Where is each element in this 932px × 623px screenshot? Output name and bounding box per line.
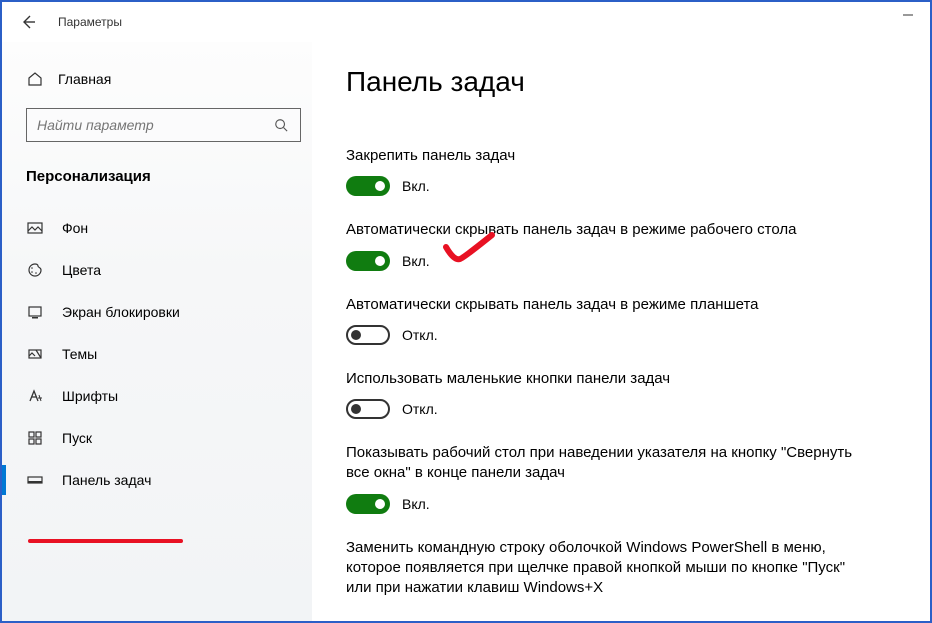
title-bar: Параметры	[2, 2, 930, 42]
toggle-state: Откл.	[402, 327, 438, 343]
sidebar-item-label: Цвета	[62, 262, 101, 278]
setting-label: Заменить командную строку оболочкой Wind…	[346, 538, 866, 599]
sidebar-item-label: Темы	[62, 346, 97, 362]
back-button[interactable]	[16, 10, 40, 34]
taskbar-icon	[26, 471, 44, 489]
lockscreen-icon	[26, 303, 44, 321]
toggle-state: Вкл.	[402, 253, 430, 269]
toggle-autohide-desktop[interactable]	[346, 251, 390, 271]
home-link[interactable]: Главная	[26, 62, 312, 96]
setting-label: Использовать маленькие кнопки панели зад…	[346, 369, 866, 389]
search-box[interactable]	[26, 108, 301, 142]
minimize-button[interactable]	[894, 8, 922, 26]
toggle-state: Вкл.	[402, 178, 430, 194]
toggle-lock-taskbar[interactable]	[346, 176, 390, 196]
sidebar-item-label: Экран блокировки	[62, 304, 180, 320]
sidebar-item-background[interactable]: Фон	[26, 207, 312, 249]
page-title: Панель задач	[346, 66, 896, 98]
home-icon	[26, 70, 44, 88]
setting-peek-desktop: Показывать рабочий стол при наведении ук…	[346, 443, 896, 514]
setting-powershell: Заменить командную строку оболочкой Wind…	[346, 538, 896, 599]
sidebar-item-label: Фон	[62, 220, 88, 236]
setting-lock-taskbar: Закрепить панель задач Вкл.	[346, 146, 896, 196]
setting-label: Показывать рабочий стол при наведении ук…	[346, 443, 866, 484]
sidebar-item-themes[interactable]: Темы	[26, 333, 312, 375]
sidebar-item-colors[interactable]: Цвета	[26, 249, 312, 291]
sidebar: Главная Персонализация Фон Цвета Экр	[2, 42, 312, 621]
setting-label: Автоматически скрывать панель задач в ре…	[346, 295, 866, 315]
section-title: Персонализация	[26, 168, 312, 185]
setting-small-buttons: Использовать маленькие кнопки панели зад…	[346, 369, 896, 419]
toggle-state: Откл.	[402, 401, 438, 417]
setting-autohide-desktop: Автоматически скрывать панель задач в ре…	[346, 220, 896, 270]
toggle-peek-desktop[interactable]	[346, 494, 390, 514]
start-icon	[26, 429, 44, 447]
setting-autohide-tablet: Автоматически скрывать панель задач в ре…	[346, 295, 896, 345]
sidebar-item-label: Панель задач	[62, 472, 151, 488]
setting-label: Закрепить панель задач	[346, 146, 866, 166]
toggle-small-buttons[interactable]	[346, 399, 390, 419]
toggle-state: Вкл.	[402, 496, 430, 512]
fonts-icon	[26, 387, 44, 405]
sidebar-item-start[interactable]: Пуск	[26, 417, 312, 459]
window-controls	[894, 8, 922, 26]
picture-icon	[26, 219, 44, 237]
themes-icon	[26, 345, 44, 363]
setting-label: Автоматически скрывать панель задач в ре…	[346, 220, 866, 240]
sidebar-item-taskbar[interactable]: Панель задач	[26, 459, 312, 501]
sidebar-item-label: Шрифты	[62, 388, 118, 404]
annotation-underline	[28, 539, 183, 543]
palette-icon	[26, 261, 44, 279]
sidebar-item-lockscreen[interactable]: Экран блокировки	[26, 291, 312, 333]
window-title: Параметры	[58, 15, 122, 29]
search-icon	[272, 116, 290, 134]
sidebar-item-fonts[interactable]: Шрифты	[26, 375, 312, 417]
toggle-autohide-tablet[interactable]	[346, 325, 390, 345]
main-panel: Панель задач Закрепить панель задач Вкл.…	[312, 42, 930, 621]
search-input[interactable]	[37, 117, 272, 133]
home-label: Главная	[58, 71, 111, 87]
sidebar-item-label: Пуск	[62, 430, 92, 446]
